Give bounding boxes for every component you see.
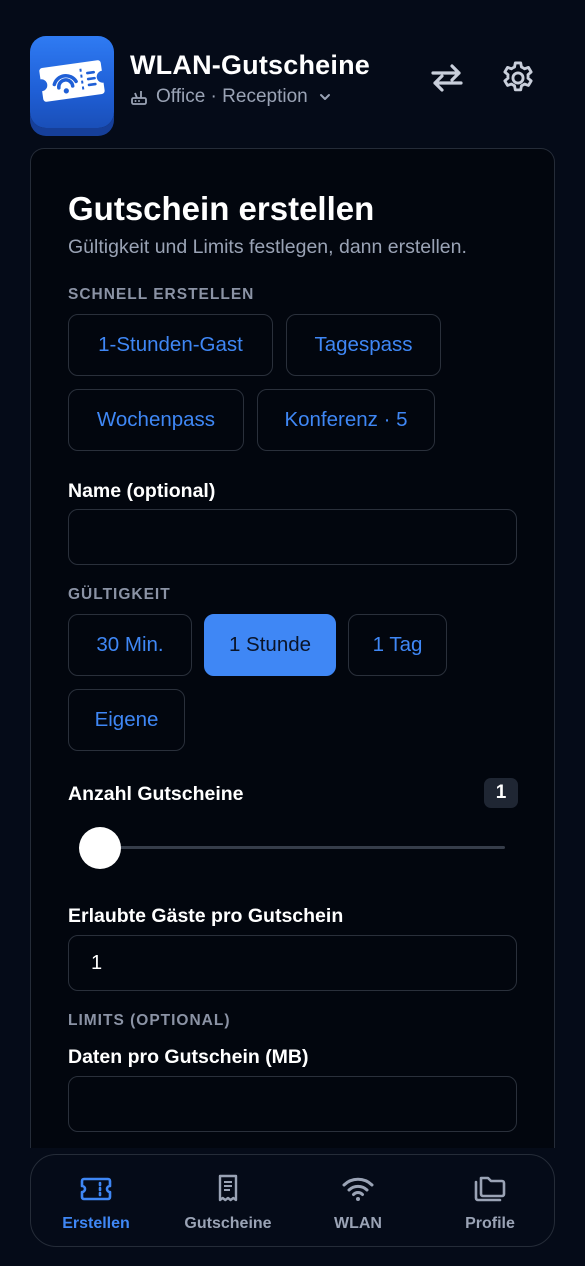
- card-subtitle: Gültigkeit und Limits festlegen, dann er…: [68, 236, 467, 258]
- site-selector[interactable]: Office · Reception: [130, 86, 332, 108]
- guests-input[interactable]: 1: [68, 935, 517, 991]
- app-title: WLAN-Gutscheine: [130, 50, 371, 80]
- nav-profiles-label: Profile: [465, 1215, 515, 1232]
- nav-wlan[interactable]: WLAN: [293, 1155, 423, 1248]
- swap-icon: [431, 64, 463, 92]
- preset-conference-5[interactable]: Konferenz · 5: [257, 389, 435, 451]
- name-field-label: Name (optional): [68, 480, 216, 502]
- app-header: WLAN-Gutscheine Office · Reception: [0, 0, 585, 140]
- folders-icon: [474, 1176, 506, 1202]
- validity-1-day[interactable]: 1 Tag: [348, 614, 447, 676]
- validity-label: GÜLTIGKEIT: [68, 586, 171, 603]
- data-limit-label: Daten pro Gutschein (MB): [68, 1046, 309, 1068]
- ticket-icon: [80, 1177, 112, 1201]
- voucher-count-label: Anzahl Gutscheine: [68, 783, 244, 805]
- validity-30-min[interactable]: 30 Min.: [68, 614, 192, 676]
- settings-button[interactable]: [498, 58, 538, 98]
- site-label: Office · Reception: [156, 86, 308, 107]
- card-title: Gutschein erstellen: [68, 190, 375, 227]
- name-input[interactable]: [68, 509, 517, 565]
- router-icon: [131, 91, 147, 105]
- gear-icon: [503, 61, 533, 92]
- slider-thumb[interactable]: [79, 827, 121, 869]
- data-limit-input[interactable]: [68, 1076, 517, 1132]
- preset-week-pass[interactable]: Wochenpass: [68, 389, 244, 451]
- limits-label: LIMITS (OPTIONAL): [68, 1012, 231, 1029]
- receipt-icon: [218, 1174, 238, 1202]
- nav-create-label: Erstellen: [62, 1215, 130, 1232]
- chevron-down-icon: [319, 94, 330, 100]
- wifi-icon: [342, 1177, 374, 1201]
- validity-custom[interactable]: Eigene: [68, 689, 185, 751]
- quick-create-label: SCHNELL ERSTELLEN: [68, 286, 255, 303]
- nav-wlan-label: WLAN: [334, 1215, 382, 1232]
- bottom-nav: Erstellen Gutscheine WLAN Profile: [30, 1154, 555, 1247]
- voucher-count-badge: 1: [484, 778, 518, 808]
- guests-label: Erlaubte Gäste pro Gutschein: [68, 905, 344, 927]
- nav-create[interactable]: Erstellen: [31, 1155, 161, 1248]
- voucher-count-slider[interactable]: [100, 846, 505, 849]
- swap-button[interactable]: [427, 58, 467, 98]
- nav-profiles[interactable]: Profile: [425, 1155, 555, 1248]
- validity-1-hour[interactable]: 1 Stunde: [204, 614, 336, 676]
- nav-vouchers-label: Gutscheine: [184, 1215, 272, 1232]
- nav-vouchers[interactable]: Gutscheine: [163, 1155, 293, 1248]
- preset-day-pass[interactable]: Tagespass: [286, 314, 441, 376]
- ticket-wifi-icon: [30, 36, 114, 128]
- preset-1-hour-guest[interactable]: 1-Stunden-Gast: [68, 314, 273, 376]
